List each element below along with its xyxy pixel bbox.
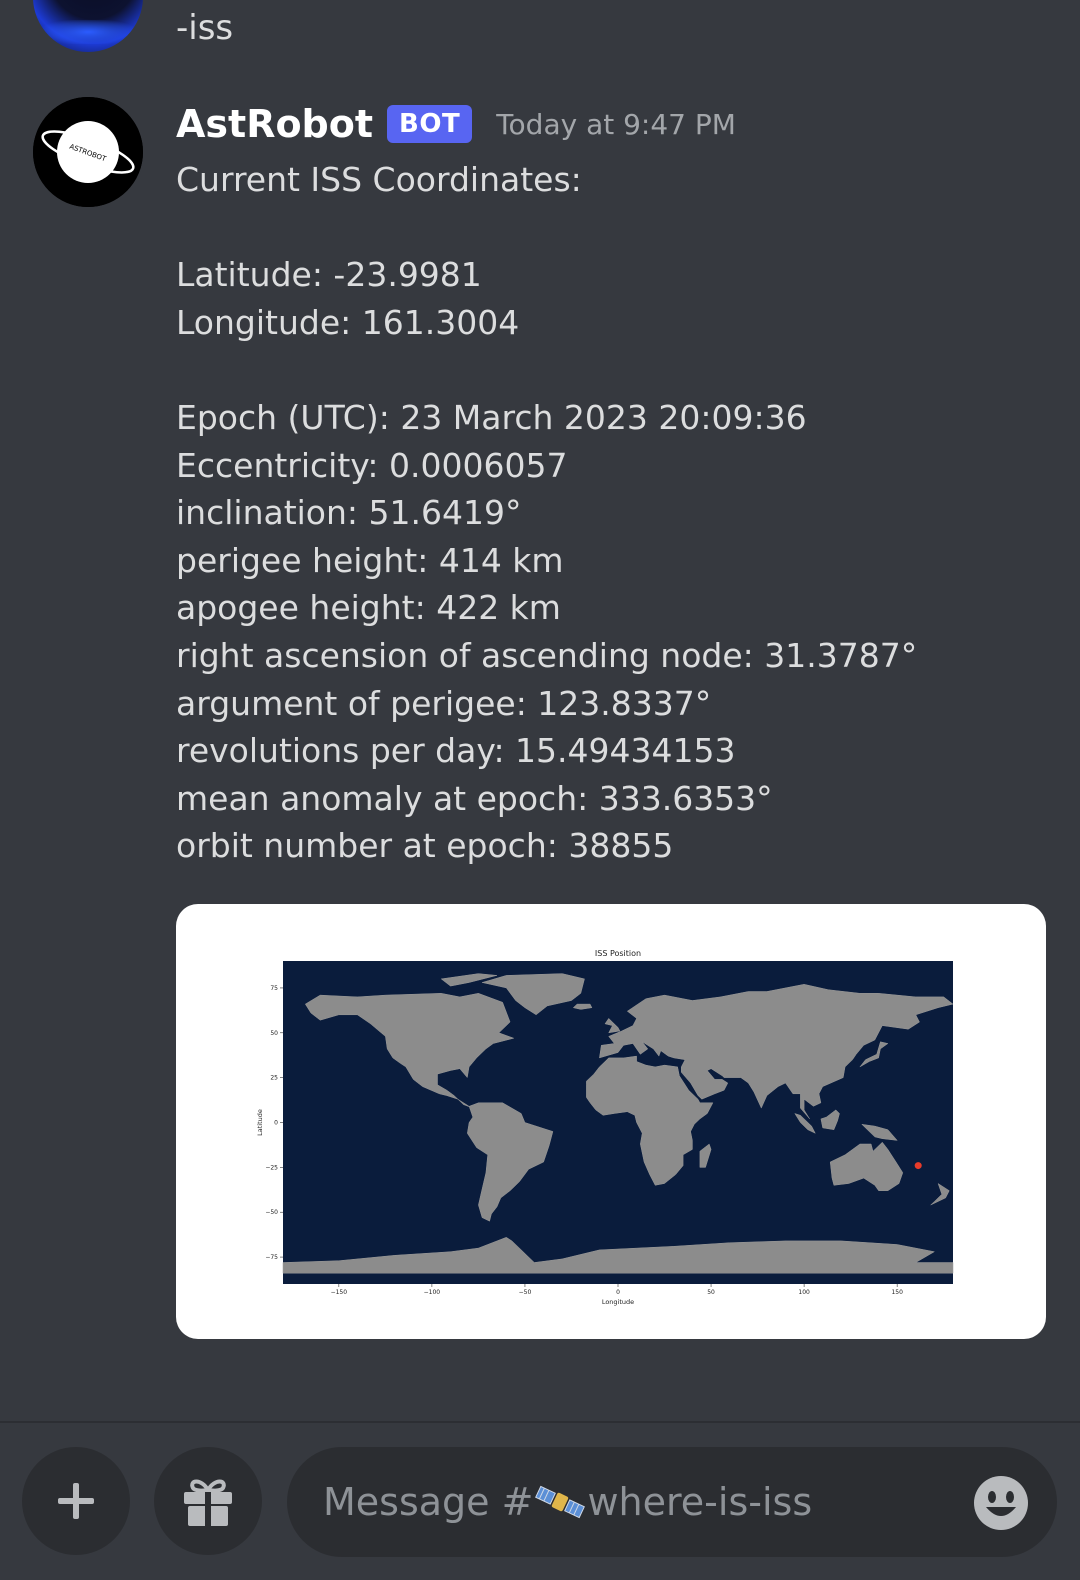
x-axis-label: Longitude [602,1298,634,1306]
bot-username[interactable]: AstRobot [176,102,373,146]
message-input[interactable]: Message # where-is-iss [287,1447,1057,1557]
iss-position-point [914,1162,922,1170]
y-tick-label: 75 [270,985,278,992]
plus-icon [58,1483,94,1519]
chart-title: ISS Position [595,949,641,958]
add-attachment-button[interactable] [22,1447,130,1555]
message-placeholder: Message # where-is-iss [323,1480,812,1524]
bot-avatar[interactable]: ASTROBOT [33,97,143,207]
placeholder-channel: where-is-iss [587,1480,813,1524]
emoji-icon[interactable] [973,1475,1029,1531]
gift-icon [184,1479,232,1526]
previous-message-text: -iss [176,8,234,48]
message-line: argument of perigee: 123.8337° [176,683,712,723]
iss-position-chart: ISS Position −150 −100 −50 0 50 100 150 75 50 25 0 −… [256,949,954,1306]
x-tick-label: −50 [519,1289,532,1296]
x-tick-label: −100 [424,1289,441,1296]
message-timestamp: Today at 9:47 PM [496,107,736,141]
placeholder-prefix: Message # [323,1480,534,1524]
y-tick-label: 25 [270,1075,278,1082]
bot-badge: BOT [387,105,473,143]
y-tick-label: 50 [270,1030,278,1037]
message-line: Eccentricity: 0.0006057 [176,445,568,485]
message-line: orbit number at epoch: 38855 [176,826,674,866]
message-line: Latitude: -23.9981 [176,255,482,295]
x-tick-label: 100 [798,1289,810,1296]
message-line: mean anomaly at epoch: 333.6353° [176,778,773,818]
y-tick-label: −50 [265,1209,278,1216]
message-line: Epoch (UTC): 23 March 2023 20:09:36 [176,397,807,437]
x-tick-label: 150 [891,1289,903,1296]
message-body: Current ISS Coordinates: Latitude: -23.99… [176,156,1056,870]
message-line: revolutions per day: 15.49434153 [176,731,736,771]
message-line: inclination: 51.6419° [176,493,522,533]
message-line: Current ISS Coordinates: [176,160,582,199]
x-tick-label: 50 [707,1289,715,1296]
satellite-icon [535,1485,586,1519]
message-line: apogee height: 422 km [176,588,561,628]
message-line: right ascension of ascending node: 31.37… [176,635,918,675]
y-tick-label: −75 [265,1254,278,1261]
y-tick-label: 0 [274,1120,278,1127]
message-line: perigee height: 414 km [176,540,564,580]
y-tick-label: −25 [265,1164,278,1171]
x-tick-label: 0 [616,1289,620,1296]
x-tick-label: −150 [331,1289,348,1296]
message-line: Longitude: 161.3004 [176,302,520,342]
y-axis-label: Latitude [256,1109,264,1136]
previous-user-avatar[interactable] [33,0,143,52]
iss-position-image[interactable]: ISS Position −150 −100 −50 0 50 100 150 75 50 25 0 −… [176,904,1046,1339]
message-header: AstRobot BOT Today at 9:47 PM [176,102,736,146]
gift-button[interactable] [154,1447,262,1555]
